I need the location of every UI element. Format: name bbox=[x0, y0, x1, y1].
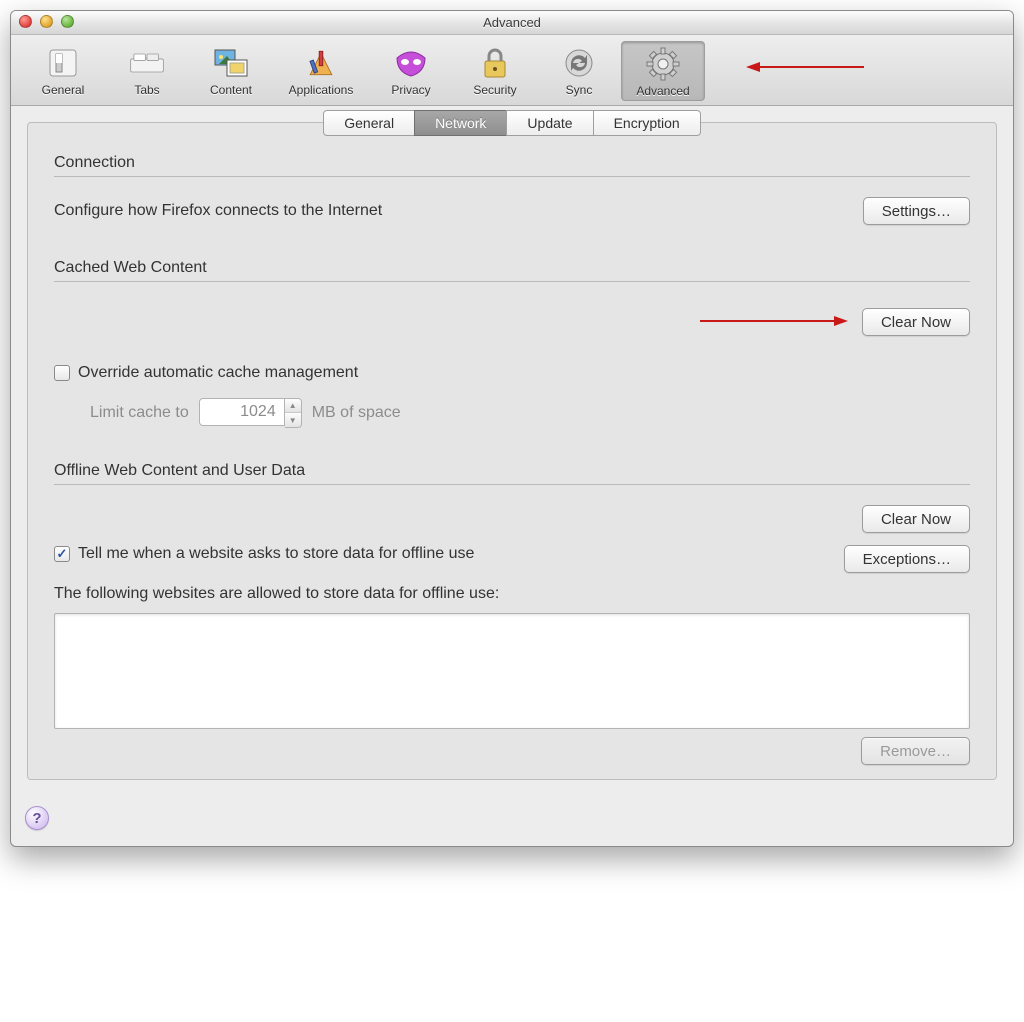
tabs-icon bbox=[129, 45, 165, 81]
subtab-encryption[interactable]: Encryption bbox=[593, 110, 701, 136]
cache-heading: Cached Web Content bbox=[54, 259, 970, 282]
zoom-button[interactable] bbox=[61, 15, 74, 28]
subtab-general[interactable]: General bbox=[323, 110, 415, 136]
exceptions-button[interactable]: Exceptions… bbox=[844, 545, 970, 573]
limit-cache-row: Limit cache to ▲ ▼ MB of space bbox=[90, 398, 970, 428]
settings-button[interactable]: Settings… bbox=[863, 197, 970, 225]
stepper-down[interactable]: ▼ bbox=[285, 413, 301, 427]
offline-sites-list[interactable] bbox=[54, 613, 970, 729]
remove-site-button[interactable]: Remove… bbox=[861, 737, 970, 765]
override-cache-row: Override automatic cache management bbox=[54, 364, 970, 382]
offline-list-label: The following websites are allowed to st… bbox=[54, 585, 970, 603]
toolbar-general[interactable]: General bbox=[21, 41, 105, 101]
connection-section: Connection Configure how Firefox connect… bbox=[28, 154, 996, 225]
minimize-button[interactable] bbox=[40, 15, 53, 28]
toolbar-tabs[interactable]: Tabs bbox=[105, 41, 189, 101]
toolbar-label: Tabs bbox=[134, 83, 159, 97]
toolbar-sync[interactable]: Sync bbox=[537, 41, 621, 101]
advanced-panel: General Network Update Encryption Connec… bbox=[27, 122, 997, 780]
limit-cache-suffix: MB of space bbox=[312, 404, 401, 422]
limit-cache-prefix: Limit cache to bbox=[90, 404, 189, 422]
subtab-update[interactable]: Update bbox=[506, 110, 593, 136]
preferences-toolbar: General Tabs Content Applications Privac… bbox=[11, 35, 1013, 106]
traffic-lights bbox=[19, 15, 74, 28]
offline-heading: Offline Web Content and User Data bbox=[54, 462, 970, 485]
toolbar-label: General bbox=[42, 83, 85, 97]
switch-icon bbox=[45, 45, 81, 81]
offline-tell-label: Tell me when a website asks to store dat… bbox=[78, 545, 474, 563]
toolbar-label: Sync bbox=[566, 83, 593, 97]
override-cache-checkbox[interactable] bbox=[54, 365, 70, 381]
offline-section: Offline Web Content and User Data Tell m… bbox=[28, 462, 996, 765]
toolbar-label: Security bbox=[473, 83, 516, 97]
mask-icon bbox=[393, 45, 429, 81]
cache-section: Cached Web Content Clear Now Override au… bbox=[28, 259, 996, 428]
cache-size-stepper: ▲ ▼ bbox=[199, 398, 302, 428]
toolbar-applications[interactable]: Applications bbox=[273, 41, 369, 101]
offline-tell-checkbox[interactable] bbox=[54, 546, 70, 562]
stepper-up[interactable]: ▲ bbox=[285, 399, 301, 413]
connection-heading: Connection bbox=[54, 154, 970, 177]
toolbar-label: Privacy bbox=[391, 83, 430, 97]
cache-size-input[interactable] bbox=[199, 398, 285, 426]
subtab-network[interactable]: Network bbox=[414, 110, 507, 136]
annotation-arrow bbox=[746, 59, 866, 75]
sync-icon bbox=[561, 45, 597, 81]
window-title: Advanced bbox=[483, 15, 541, 30]
connection-desc: Configure how Firefox connects to the In… bbox=[54, 202, 382, 220]
clear-cache-button[interactable]: Clear Now bbox=[862, 308, 970, 336]
toolbar-advanced[interactable]: Advanced bbox=[621, 41, 705, 101]
help-button[interactable]: ? bbox=[25, 806, 49, 830]
close-button[interactable] bbox=[19, 15, 32, 28]
content-area: General Network Update Encryption Connec… bbox=[11, 106, 1013, 796]
applications-icon bbox=[303, 45, 339, 81]
toolbar-label: Content bbox=[210, 83, 252, 97]
toolbar-content[interactable]: Content bbox=[189, 41, 273, 101]
gear-icon bbox=[645, 46, 681, 82]
titlebar: Advanced bbox=[11, 11, 1013, 35]
clear-offline-button[interactable]: Clear Now bbox=[862, 505, 970, 533]
toolbar-privacy[interactable]: Privacy bbox=[369, 41, 453, 101]
toolbar-label: Applications bbox=[289, 83, 354, 97]
toolbar-label: Advanced bbox=[636, 84, 689, 98]
subtab-control: General Network Update Encryption bbox=[323, 110, 700, 136]
window-footer: ? bbox=[11, 796, 1013, 846]
toolbar-security[interactable]: Security bbox=[453, 41, 537, 101]
content-icon bbox=[213, 45, 249, 81]
override-cache-label: Override automatic cache management bbox=[78, 364, 358, 382]
preferences-window: Advanced General Tabs Content Applicati bbox=[10, 10, 1014, 847]
padlock-icon bbox=[477, 45, 513, 81]
offline-tell-row: Tell me when a website asks to store dat… bbox=[54, 545, 474, 563]
annotation-arrow bbox=[698, 313, 848, 332]
